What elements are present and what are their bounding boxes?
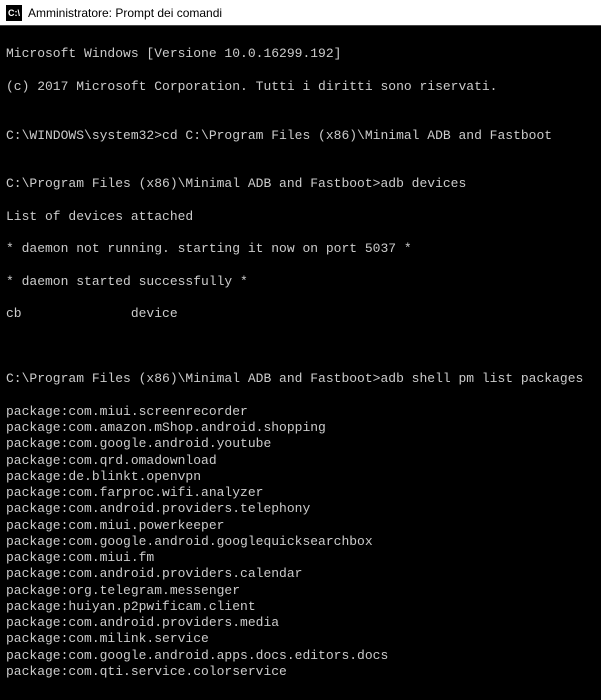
output-line: Microsoft Windows [Versione 10.0.16299.1… bbox=[6, 46, 595, 62]
terminal-output[interactable]: Microsoft Windows [Versione 10.0.16299.1… bbox=[0, 26, 601, 700]
package-line: package:com.qti.service.colorservice bbox=[6, 664, 595, 680]
package-line: package:com.android.providers.calendar bbox=[6, 566, 595, 582]
package-line: package:com.google.android.apps.docs.edi… bbox=[6, 648, 595, 664]
package-line: package:com.miui.screenrecorder bbox=[6, 404, 595, 420]
output-line: * daemon not running. starting it now on… bbox=[6, 241, 595, 257]
package-line: package:com.miui.powerkeeper bbox=[6, 518, 595, 534]
package-line: package:de.blinkt.openvpn bbox=[6, 469, 595, 485]
output-line: List of devices attached bbox=[6, 209, 595, 225]
package-line: package:com.google.android.googlequickse… bbox=[6, 534, 595, 550]
prompt-line: C:\Program Files (x86)\Minimal ADB and F… bbox=[6, 176, 595, 192]
prompt-line: C:\Program Files (x86)\Minimal ADB and F… bbox=[6, 371, 595, 387]
package-line: package:com.android.providers.telephony bbox=[6, 501, 595, 517]
output-line: * daemon started successfully * bbox=[6, 274, 595, 290]
prompt-line: C:\WINDOWS\system32>cd C:\Program Files … bbox=[6, 128, 595, 144]
package-line: package:com.milink.service bbox=[6, 631, 595, 647]
window-titlebar[interactable]: C:\ Amministratore: Prompt dei comandi bbox=[0, 0, 601, 26]
package-line: package:com.google.android.youtube bbox=[6, 436, 595, 452]
package-line: package:com.miui.fm bbox=[6, 550, 595, 566]
window-title: Amministratore: Prompt dei comandi bbox=[28, 6, 222, 20]
package-line: package:com.farproc.wifi.analyzer bbox=[6, 485, 595, 501]
output-line: cb device bbox=[6, 306, 595, 322]
package-line: package:com.amazon.mShop.android.shoppin… bbox=[6, 420, 595, 436]
package-line: package:huiyan.p2pwificam.client bbox=[6, 599, 595, 615]
system-menu-icon[interactable]: C:\ bbox=[6, 5, 22, 21]
package-line: package:com.qrd.omadownload bbox=[6, 453, 595, 469]
output-line: (c) 2017 Microsoft Corporation. Tutti i … bbox=[6, 79, 595, 95]
package-line: package:org.telegram.messenger bbox=[6, 583, 595, 599]
package-line: package:com.android.providers.media bbox=[6, 615, 595, 631]
